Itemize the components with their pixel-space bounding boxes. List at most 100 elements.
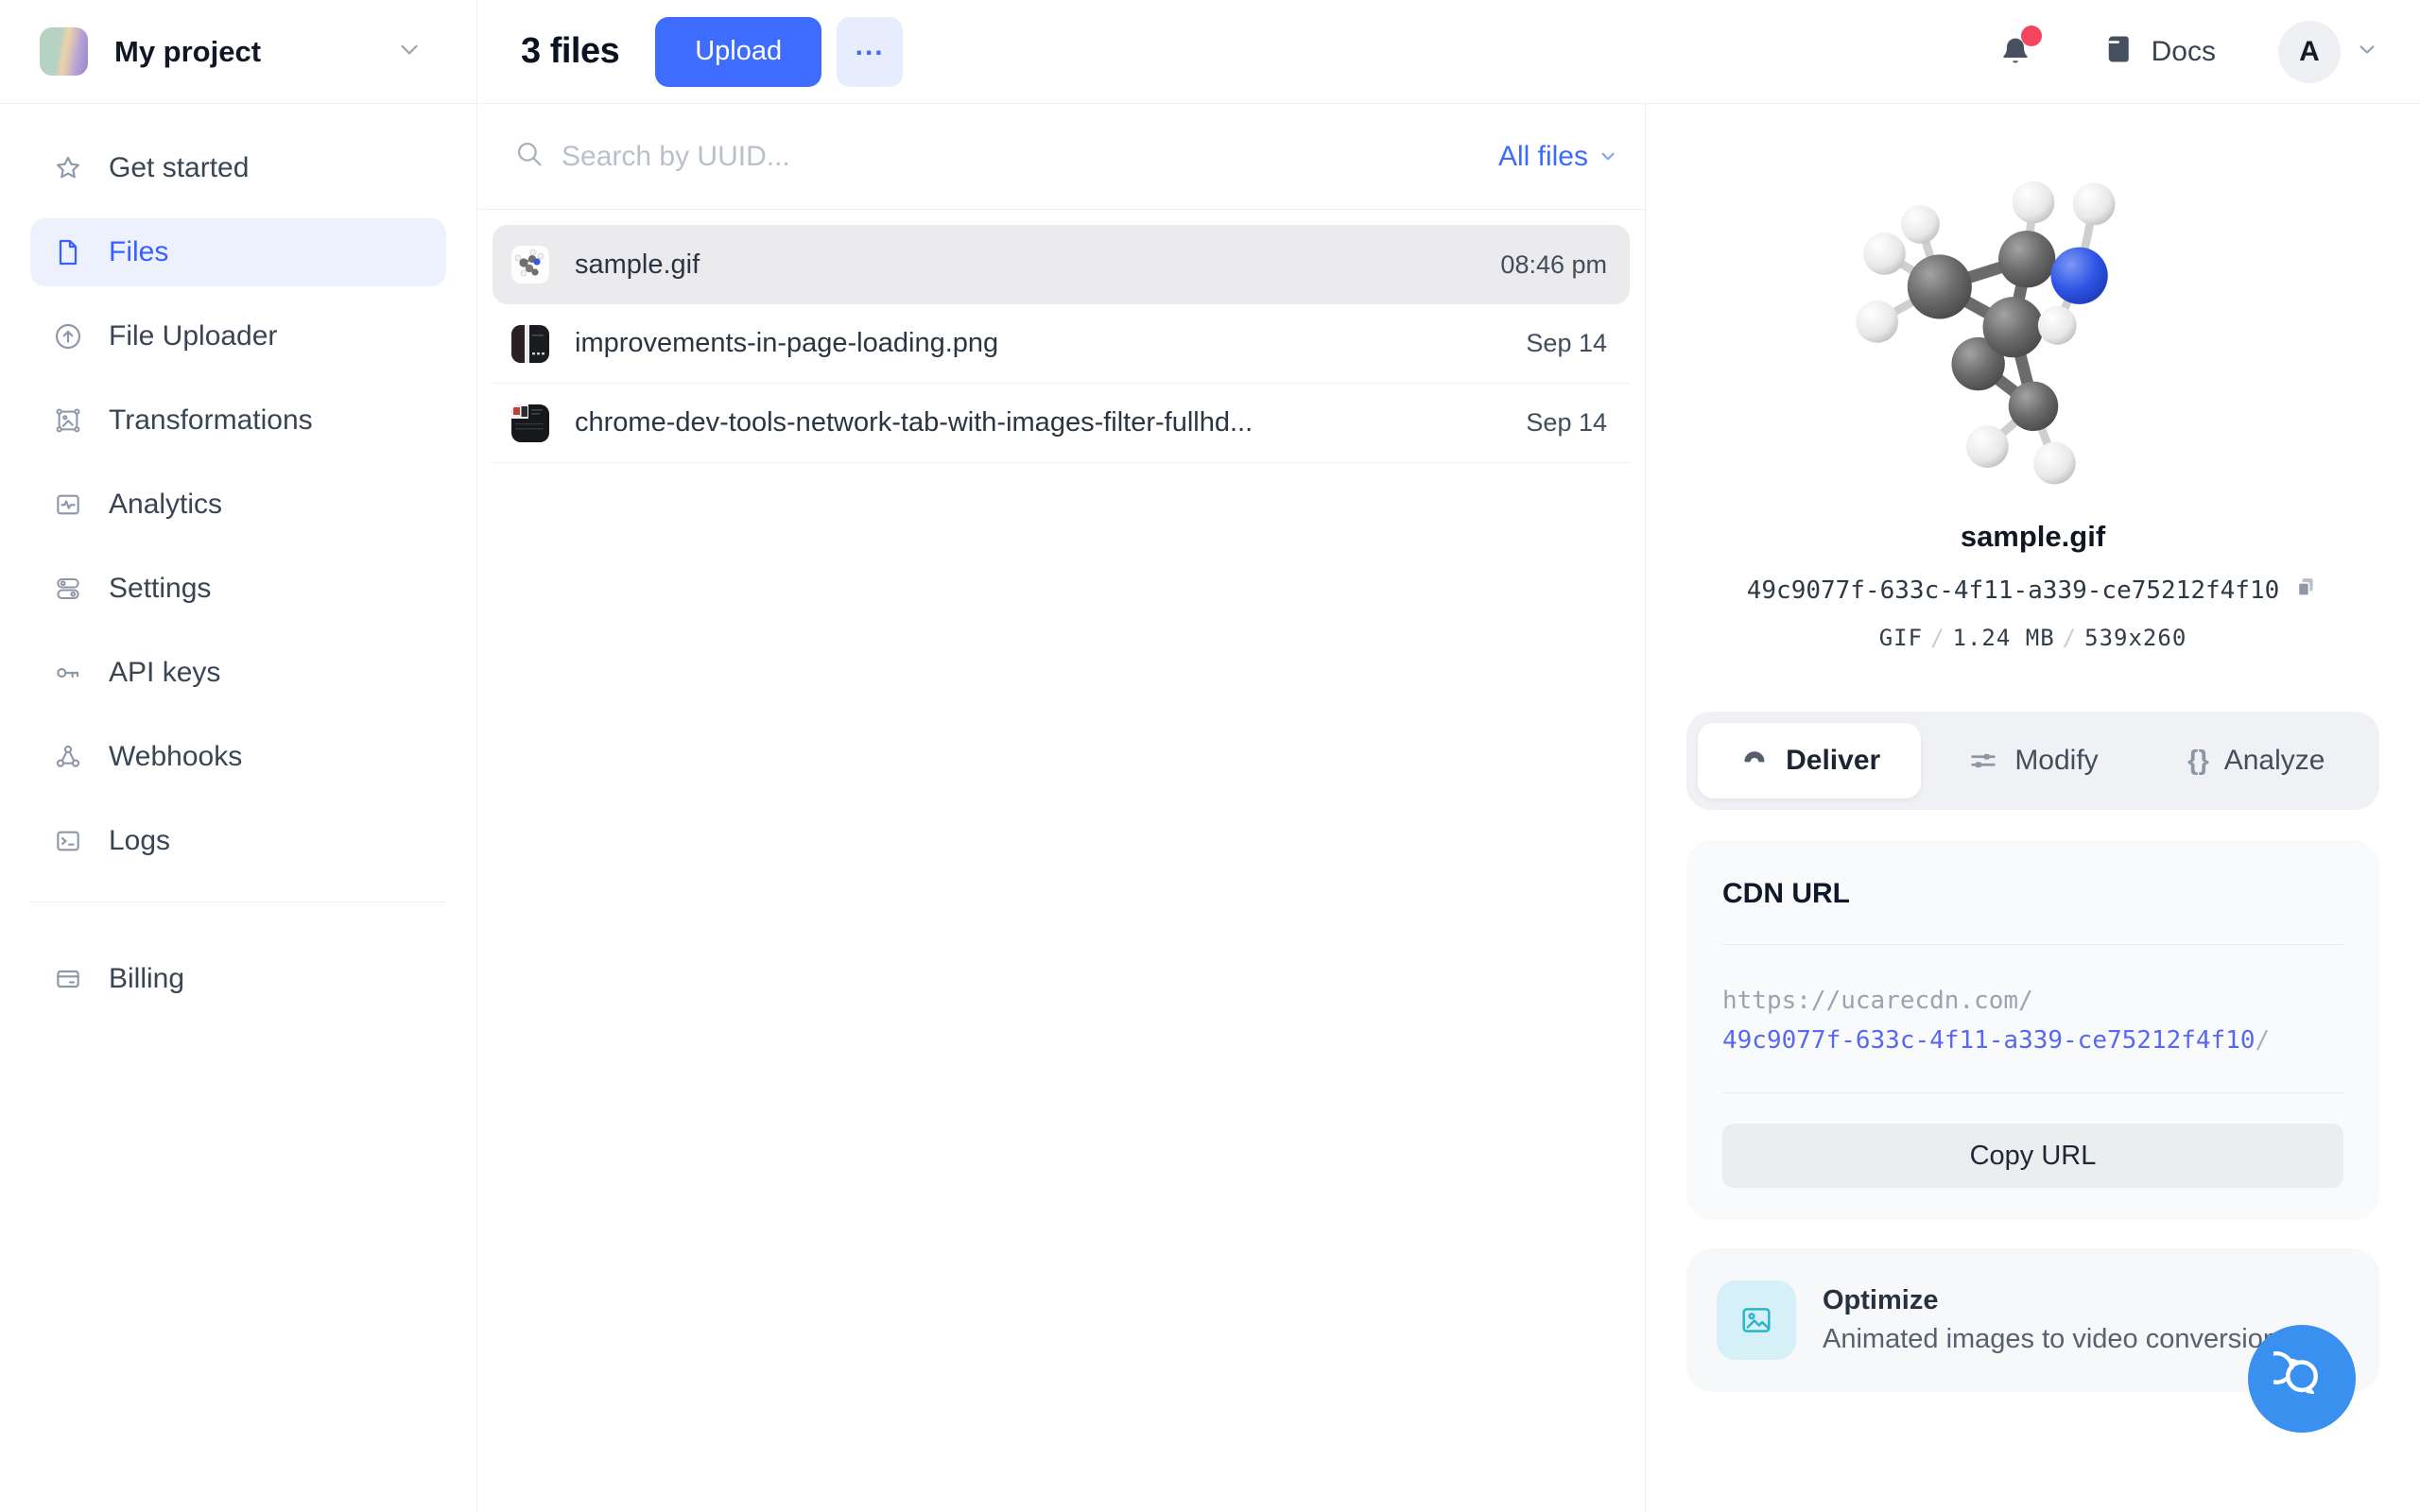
sidebar-nav: Get started Files File Uploader Transfor…	[0, 104, 476, 1029]
divider	[1722, 944, 2343, 945]
tab-deliver[interactable]: Deliver	[1698, 723, 1921, 799]
sidebar-item-label: File Uploader	[109, 320, 277, 352]
file-uuid: 49c9077f-633c-4f11-a339-ce75212f4f10	[1747, 576, 2280, 605]
file-meta: GIF/1.24 MB/539x260	[1879, 625, 2187, 651]
avatar[interactable]: A	[2278, 21, 2341, 83]
file-name: chrome-dev-tools-network-tab-with-images…	[575, 407, 1503, 438]
key-icon	[53, 658, 83, 688]
optimize-text: Optimize Animated images to video conver…	[1823, 1285, 2278, 1355]
webhook-icon	[53, 742, 83, 772]
chevron-down-icon	[395, 35, 424, 68]
file-thumbnail-screenshot	[511, 404, 549, 442]
sidebar-item-label: Settings	[109, 573, 211, 605]
file-detail-pane: sample.gif 49c9077f-633c-4f11-a339-ce752…	[1646, 104, 2420, 1512]
divider	[1722, 1092, 2343, 1093]
notifications-button[interactable]	[1996, 31, 2034, 73]
filter-chevron-down-icon	[1596, 144, 1620, 173]
sidebar-item-label: API keys	[109, 657, 220, 689]
docs-link[interactable]: Docs	[2102, 32, 2216, 71]
sidebar-item-label: Transformations	[109, 404, 313, 437]
meta-dimensions: 539x260	[2084, 625, 2187, 651]
book-icon	[2102, 32, 2136, 71]
sidebar-item-billing[interactable]: Billing	[30, 945, 446, 1013]
project-name: My project	[114, 35, 395, 69]
cdn-url-base: https://ucarecdn.com/	[1722, 987, 2033, 1015]
content: All files sample.gif 08:46 pm	[477, 104, 2420, 1512]
optimize-subtitle: Animated images to video conversion	[1823, 1324, 2278, 1355]
detail-tabbar: Deliver Modify {} Analyze	[1686, 712, 2379, 810]
sidebar-item-file-uploader[interactable]: File Uploader	[30, 302, 446, 370]
sidebar-item-analytics[interactable]: Analytics	[30, 471, 446, 539]
file-date: 08:46 pm	[1500, 250, 1607, 280]
optimize-title: Optimize	[1823, 1285, 2278, 1316]
file-thumbnail-screenshot	[511, 325, 549, 363]
star-icon	[53, 153, 83, 183]
main-area: 3 files Upload ... Docs A	[477, 0, 2420, 1512]
search-input[interactable]	[562, 141, 1498, 173]
uuid-row: 49c9077f-633c-4f11-a339-ce75212f4f10	[1747, 575, 2320, 606]
transform-icon	[53, 405, 83, 436]
file-row-chrome-dev-tools[interactable]: chrome-dev-tools-network-tab-with-images…	[493, 384, 1630, 463]
detail-filename: sample.gif	[1961, 520, 2105, 554]
chat-bubble-icon	[2273, 1349, 2330, 1409]
sidebar-item-settings[interactable]: Settings	[30, 555, 446, 623]
sidebar-item-api-keys[interactable]: API keys	[30, 639, 446, 707]
avatar-letter: A	[2299, 36, 2320, 68]
analytics-icon	[53, 490, 83, 520]
meta-separator: /	[1923, 625, 1952, 651]
sidebar-item-transformations[interactable]: Transformations	[30, 387, 446, 455]
account-chevron-down-icon[interactable]	[2354, 36, 2380, 67]
app-window: My project Get started Files	[0, 0, 2420, 1512]
toggles-icon	[53, 574, 83, 604]
file-rows: sample.gif 08:46 pm improvements-in-page…	[477, 210, 1645, 463]
upload-button[interactable]: Upload	[655, 17, 821, 87]
copy-uuid-icon[interactable]	[2292, 575, 2319, 606]
copy-url-button[interactable]: Copy URL	[1722, 1124, 2343, 1188]
sidebar-item-logs[interactable]: Logs	[30, 807, 446, 875]
file-row-improvements-png[interactable]: improvements-in-page-loading.png Sep 14	[493, 304, 1630, 384]
file-filter-dropdown[interactable]: All files	[1498, 140, 1620, 173]
tab-label: Modify	[2014, 745, 2098, 777]
file-icon	[53, 237, 83, 267]
project-logo	[40, 27, 88, 76]
meta-size: 1.24 MB	[1953, 625, 2055, 651]
file-name: improvements-in-page-loading.png	[575, 328, 1503, 359]
upload-circle-icon	[53, 321, 83, 352]
sidebar-item-get-started[interactable]: Get started	[30, 134, 446, 202]
meta-format: GIF	[1879, 625, 1923, 651]
sidebar-item-files[interactable]: Files	[30, 218, 446, 286]
terminal-icon	[53, 826, 83, 856]
sidebar-item-label: Analytics	[109, 489, 222, 521]
cdn-url-heading: CDN URL	[1722, 878, 2343, 910]
cdn-url-uuid: 49c9077f-633c-4f11-a339-ce75212f4f10	[1722, 1026, 2256, 1055]
files-count: 3 files	[521, 31, 619, 72]
search-row: All files	[477, 104, 1645, 210]
file-thumbnail-molecule	[511, 246, 549, 284]
file-row-sample-gif[interactable]: sample.gif 08:46 pm	[493, 225, 1630, 304]
tab-modify[interactable]: Modify	[1921, 723, 2144, 799]
sidebar-item-label: Files	[109, 236, 168, 268]
search-icon	[513, 138, 545, 175]
file-list-pane: All files sample.gif 08:46 pm	[477, 104, 1646, 1512]
more-actions-button[interactable]: ...	[837, 17, 903, 87]
file-date: Sep 14	[1526, 329, 1607, 358]
filter-label: All files	[1498, 141, 1588, 173]
file-date: Sep 14	[1526, 408, 1607, 438]
tab-label: Deliver	[1786, 745, 1880, 777]
sidebar-item-label: Billing	[109, 963, 184, 995]
tab-analyze[interactable]: {} Analyze	[2145, 723, 2368, 799]
cdn-url-trailing-slash: /	[2256, 1026, 2271, 1055]
sliders-icon	[1967, 745, 1999, 777]
help-chat-button[interactable]	[2248, 1325, 2356, 1433]
sidebar-item-webhooks[interactable]: Webhooks	[30, 723, 446, 791]
sidebar-item-label: Get started	[109, 152, 249, 184]
cdn-dome-icon	[1738, 745, 1771, 777]
project-switcher[interactable]: My project	[0, 0, 476, 104]
sidebar: My project Get started Files	[0, 0, 477, 1512]
file-name: sample.gif	[575, 249, 1478, 281]
cdn-url-value[interactable]: https://ucarecdn.com/ 49c9077f-633c-4f11…	[1722, 981, 2343, 1060]
bell-icon	[1996, 60, 2034, 77]
tab-label: Analyze	[2224, 745, 2325, 777]
cdn-url-card: CDN URL https://ucarecdn.com/ 49c9077f-6…	[1686, 840, 2379, 1220]
sidebar-item-label: Logs	[109, 825, 170, 857]
